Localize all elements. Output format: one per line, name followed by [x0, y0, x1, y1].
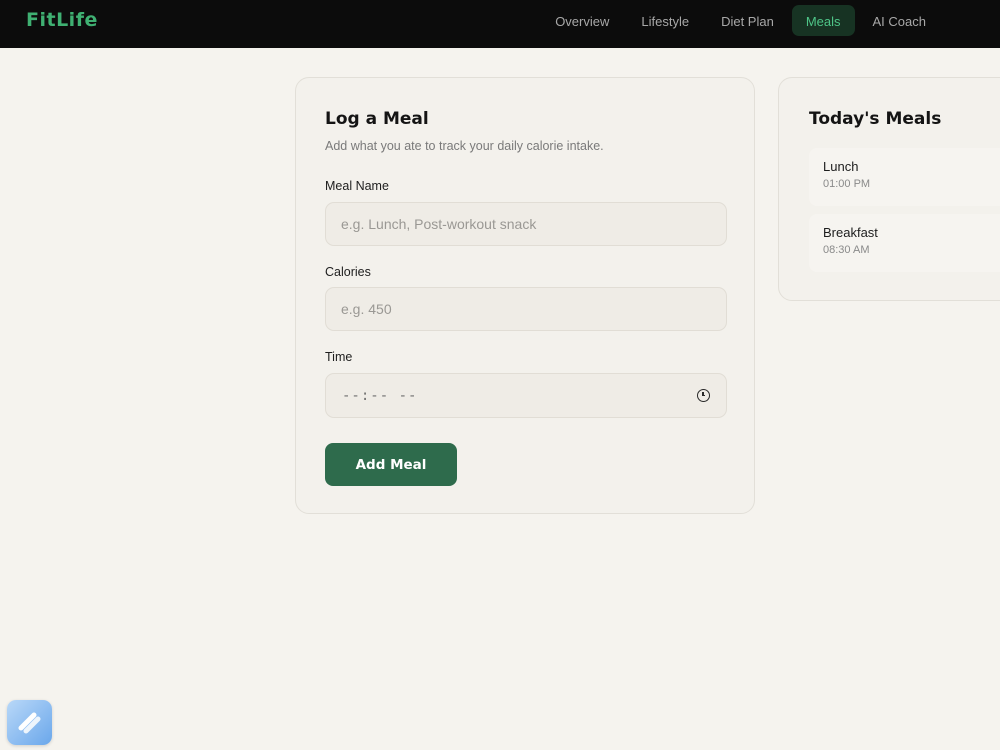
- meal-list-item[interactable]: Breakfast 08:30 AM: [809, 214, 1000, 272]
- brand-logo[interactable]: FitLife: [26, 9, 98, 31]
- clock-icon[interactable]: [697, 389, 710, 402]
- top-navbar: FitLife Overview Lifestyle Diet Plan Mea…: [0, 0, 1000, 48]
- time-placeholder: --:-- --: [342, 387, 418, 404]
- calories-input[interactable]: [325, 287, 727, 331]
- todays-meals-title: Today's Meals: [809, 109, 942, 129]
- add-meal-button[interactable]: Add Meal: [325, 443, 457, 486]
- nav-item-meals[interactable]: Meals: [791, 5, 855, 36]
- meal-name-label: Meal Name: [325, 179, 389, 193]
- time-label: Time: [325, 350, 353, 364]
- nav-item-diet-plan[interactable]: Diet Plan: [707, 5, 788, 36]
- log-meal-card: Log a Meal Add what you ate to track you…: [295, 77, 755, 514]
- meal-item-name: Lunch: [823, 159, 859, 174]
- app-launcher-icon[interactable]: [7, 700, 52, 745]
- todays-meals-card: Today's Meals Lunch 01:00 PM Breakfast 0…: [778, 77, 1000, 301]
- nav-item-ai-coach[interactable]: AI Coach: [859, 5, 940, 36]
- nav-item-lifestyle[interactable]: Lifestyle: [627, 5, 703, 36]
- time-input[interactable]: --:-- --: [325, 373, 727, 418]
- meal-list-item[interactable]: Lunch 01:00 PM: [809, 148, 1000, 206]
- nav-item-overview[interactable]: Overview: [541, 5, 623, 36]
- main-nav: Overview Lifestyle Diet Plan Meals AI Co…: [541, 5, 940, 36]
- meal-item-time: 01:00 PM: [823, 178, 871, 190]
- log-meal-subtitle: Add what you ate to track your daily cal…: [325, 139, 604, 153]
- app-launcher-glyph: [18, 712, 41, 734]
- log-meal-title: Log a Meal: [325, 109, 429, 129]
- meal-item-name: Breakfast: [823, 225, 878, 240]
- meal-item-time: 08:30 AM: [823, 244, 870, 256]
- calories-label: Calories: [325, 265, 371, 279]
- meal-name-input[interactable]: [325, 202, 727, 246]
